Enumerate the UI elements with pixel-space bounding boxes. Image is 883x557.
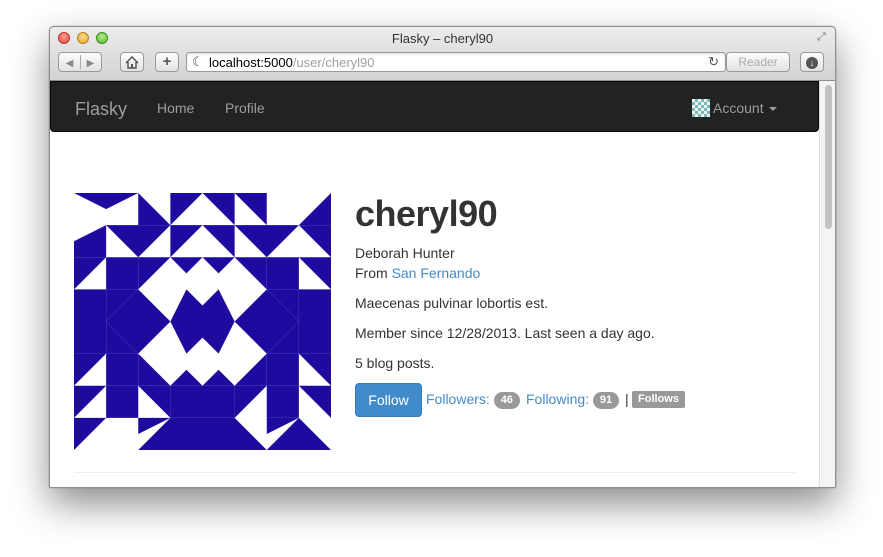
following-label: Following: — [526, 391, 590, 407]
account-label: Account — [713, 100, 764, 116]
profile-location: From San Fernando — [355, 265, 480, 281]
window-title: Flasky – cheryl90 — [391, 31, 494, 46]
profile-post-count: 5 blog posts. — [355, 355, 435, 371]
url-host: localhost:5000 — [209, 55, 293, 70]
follow-button[interactable]: Follow — [355, 383, 422, 417]
location-prefix: From — [355, 265, 388, 281]
page-viewport: Flasky Home Profile Account cheryl90 Deb… — [50, 81, 835, 487]
separator: | — [625, 391, 629, 407]
profile-username: cheryl90 — [355, 193, 498, 234]
nav-profile-link[interactable]: Profile — [225, 100, 265, 116]
reader-button[interactable]: Reader — [726, 52, 790, 72]
location-link[interactable]: San Fernando — [392, 265, 481, 281]
profile-real-name: Deborah Hunter — [355, 245, 455, 261]
forward-icon[interactable]: ▶ — [80, 55, 101, 73]
navbar-brand[interactable]: Flasky — [75, 99, 127, 120]
following-count-badge: 91 — [592, 392, 620, 409]
browser-window: Flasky – cheryl90 ⤢ ◀ ▶ + ☾ localhost:500… — [49, 26, 836, 488]
followers-link[interactable]: Followers: 46 — [426, 391, 520, 409]
followers-count-badge: 46 — [493, 392, 520, 409]
url-text[interactable]: localhost:5000/user/cheryl90 — [209, 55, 375, 70]
download-icon: ↓ — [806, 57, 818, 69]
scrollbar-thumb[interactable] — [825, 85, 832, 229]
profile-about: Maecenas pulvinar lobortis est. — [355, 295, 548, 311]
followers-label: Followers: — [426, 391, 490, 407]
address-bar[interactable]: ☾ localhost:5000/user/cheryl90 ↻ — [186, 52, 726, 72]
downloads-button[interactable]: ↓ — [800, 52, 824, 72]
resize-icon[interactable]: ⤢ — [817, 31, 829, 43]
browser-toolbar: Flasky – cheryl90 ⤢ ◀ ▶ + ☾ localhost:500… — [50, 27, 835, 81]
nav-home-link[interactable]: Home — [157, 100, 194, 116]
home-button[interactable] — [120, 52, 144, 72]
url-path: /user/cheryl90 — [292, 55, 375, 70]
home-icon — [125, 55, 139, 69]
navbar: Flasky Home Profile Account — [50, 81, 819, 132]
caret-down-icon — [768, 107, 777, 112]
favicon-icon: ☾ — [192, 54, 204, 69]
divider — [74, 472, 795, 473]
following-link[interactable]: Following: 91 — [526, 391, 620, 409]
add-bookmark-button[interactable]: + — [155, 52, 179, 72]
account-dropdown[interactable]: Account — [692, 99, 777, 117]
follows-you-label: Follows you — [632, 391, 685, 422]
profile-member-since: Member since 12/28/2013. Last seen a day… — [355, 325, 655, 341]
profile-avatar — [74, 193, 331, 450]
back-icon[interactable]: ◀ — [59, 55, 80, 73]
back-forward-buttons: ◀ ▶ — [58, 52, 102, 72]
reload-icon[interactable]: ↻ — [708, 54, 719, 70]
vertical-scrollbar[interactable] — [819, 81, 835, 487]
account-avatar-icon — [692, 99, 710, 117]
